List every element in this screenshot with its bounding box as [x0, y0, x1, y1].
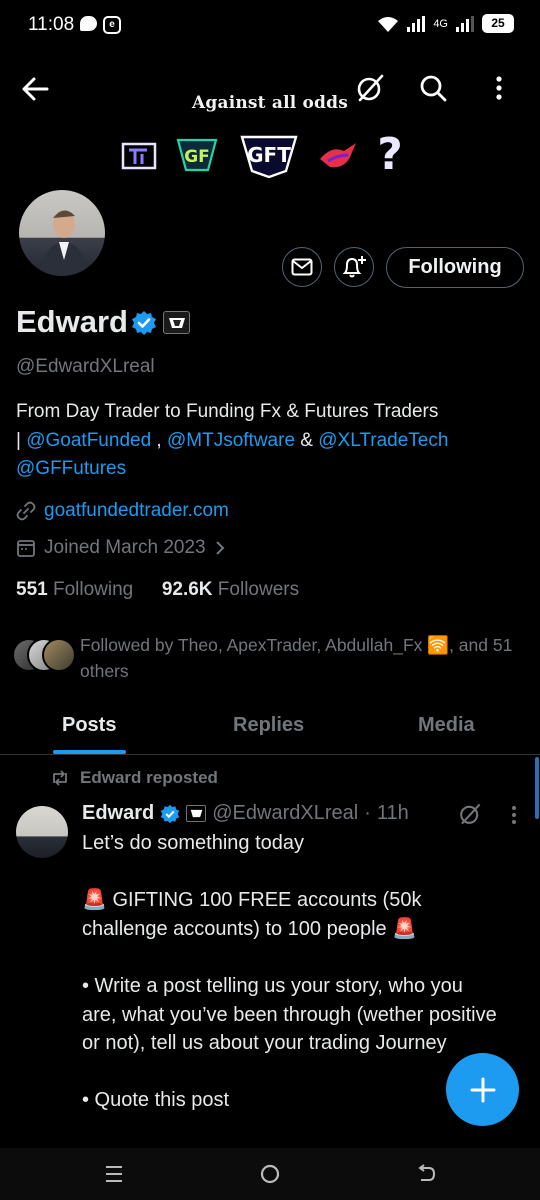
banner-logos: GF GFT ?	[118, 128, 418, 180]
calendar-icon	[17, 540, 35, 557]
followers-stat[interactable]: 92.6K Followers	[162, 579, 299, 600]
bio-separator: &	[295, 429, 319, 451]
system-navigation-bar	[0, 1148, 540, 1200]
website-link[interactable]: goatfundedtrader.com	[44, 500, 229, 522]
repost-icon	[53, 770, 67, 786]
grok-icon	[357, 74, 384, 102]
profile-avatar[interactable]	[16, 187, 108, 279]
post-time: 11h	[376, 802, 409, 824]
mention-gffutures[interactable]: @GFFutures	[16, 458, 126, 479]
network-label: 4G	[433, 17, 448, 30]
gft-logo: GFT	[238, 130, 300, 180]
post-more-button[interactable]	[502, 800, 526, 830]
signal-icon-2	[456, 15, 474, 32]
more-vertical-icon	[496, 76, 502, 100]
profile-name: Edward	[16, 304, 128, 339]
bio-separator: |	[16, 429, 27, 451]
verified-badge-icon	[161, 804, 180, 823]
home-button[interactable]	[252, 1156, 288, 1192]
tab-posts[interactable]: Posts	[62, 714, 116, 737]
follower-avatar	[42, 638, 76, 672]
follow-stats: 551 Following 92.6K Followers	[16, 579, 299, 601]
plus-icon	[470, 1077, 495, 1102]
mtj-logo	[118, 140, 160, 172]
search-button[interactable]	[415, 70, 451, 106]
status-time: 11:08	[28, 14, 75, 35]
mention-xltradetech[interactable]: @XLTradeTech	[318, 430, 448, 451]
more-options-button[interactable]	[481, 70, 517, 106]
affiliate-badge-icon[interactable]	[163, 311, 190, 334]
bio-separator: ,	[151, 429, 167, 451]
recent-apps-button[interactable]	[96, 1156, 132, 1192]
wifi-icon	[378, 16, 399, 32]
mention-goatfunded[interactable]: @GoatFunded	[26, 430, 151, 451]
post-author-handle[interactable]: @EdwardXLreal	[212, 802, 358, 825]
app-notification-icon: e	[103, 16, 121, 34]
followed-by-avatars[interactable]	[12, 638, 76, 672]
signal-icon	[407, 15, 426, 32]
repost-indicator: Edward reposted	[50, 768, 218, 788]
message-button[interactable]	[282, 247, 322, 287]
back-button[interactable]	[20, 74, 54, 104]
compose-post-button[interactable]	[446, 1053, 519, 1126]
status-bar: 11:08 e 4G 25	[0, 0, 540, 52]
svg-text:GFT: GFT	[247, 143, 291, 167]
link-icon	[16, 501, 36, 521]
following-label: Following	[52, 579, 134, 600]
question-mark-logo: ?	[377, 128, 403, 180]
back-nav-button[interactable]	[408, 1156, 444, 1192]
post-separator: ·	[364, 802, 371, 824]
message-notification-icon	[80, 16, 97, 31]
chevron-right-icon	[215, 541, 225, 555]
battery-icon: 25	[482, 14, 514, 33]
affiliate-badge-icon	[186, 805, 207, 822]
profile-tabs: Posts Replies Media	[0, 700, 540, 755]
status-right-icons: 4G 25	[377, 14, 514, 33]
grok-icon	[460, 803, 481, 825]
post-author-avatar[interactable]	[16, 806, 68, 858]
active-tab-indicator	[53, 750, 126, 754]
followers-label: Followers	[217, 579, 300, 600]
website-row: goatfundedtrader.com	[16, 500, 229, 522]
followers-count: 92.6K	[161, 579, 213, 600]
notification-icons: e	[80, 16, 121, 34]
back-nav-icon	[418, 1164, 436, 1181]
gf-logo: GF	[173, 136, 221, 174]
svg-text:GF: GF	[184, 147, 210, 167]
profile-bio: From Day Trader to Funding Fx & Futures …	[16, 398, 516, 484]
grok-button[interactable]	[352, 70, 388, 106]
verified-badge-icon	[132, 311, 156, 335]
tab-replies[interactable]: Replies	[233, 714, 304, 737]
search-icon	[420, 75, 447, 102]
tab-media[interactable]: Media	[418, 714, 475, 737]
bell-plus-icon	[342, 256, 366, 278]
post-grok-button[interactable]	[455, 798, 485, 830]
joined-row[interactable]: Joined March 2023	[16, 537, 226, 559]
post-author-name[interactable]: Edward	[82, 802, 154, 825]
post-body: Let’s do something today 🚨 GIFTING 100 F…	[82, 832, 497, 1112]
recent-apps-icon	[106, 1166, 122, 1182]
post-header: Edward @EdwardXLreal · 11h	[82, 802, 409, 825]
mention-mtjsoftware[interactable]: @MTJsoftware	[167, 430, 295, 451]
following-button[interactable]: Following	[386, 247, 524, 288]
profile-handle: @EdwardXLreal	[16, 356, 155, 377]
joined-date: Joined March 2023	[44, 537, 206, 558]
notifications-button[interactable]	[334, 247, 374, 287]
following-count: 551	[16, 579, 48, 600]
repost-text: Edward reposted	[80, 768, 218, 787]
scrollbar[interactable]	[535, 757, 539, 819]
more-vertical-icon	[512, 806, 516, 824]
home-circle-icon	[260, 1164, 280, 1184]
back-arrow-icon	[22, 77, 49, 101]
followed-by-text[interactable]: Followed by Theo, ApexTrader, Abdullah_F…	[80, 632, 530, 684]
bird-logo	[318, 138, 358, 174]
following-stat[interactable]: 551 Following	[16, 579, 133, 600]
bio-text: From Day Trader to Funding Fx & Futures …	[16, 401, 439, 422]
mail-icon	[291, 258, 313, 276]
banner-title: Against all odds	[192, 93, 348, 113]
avatar-image	[39, 210, 89, 276]
